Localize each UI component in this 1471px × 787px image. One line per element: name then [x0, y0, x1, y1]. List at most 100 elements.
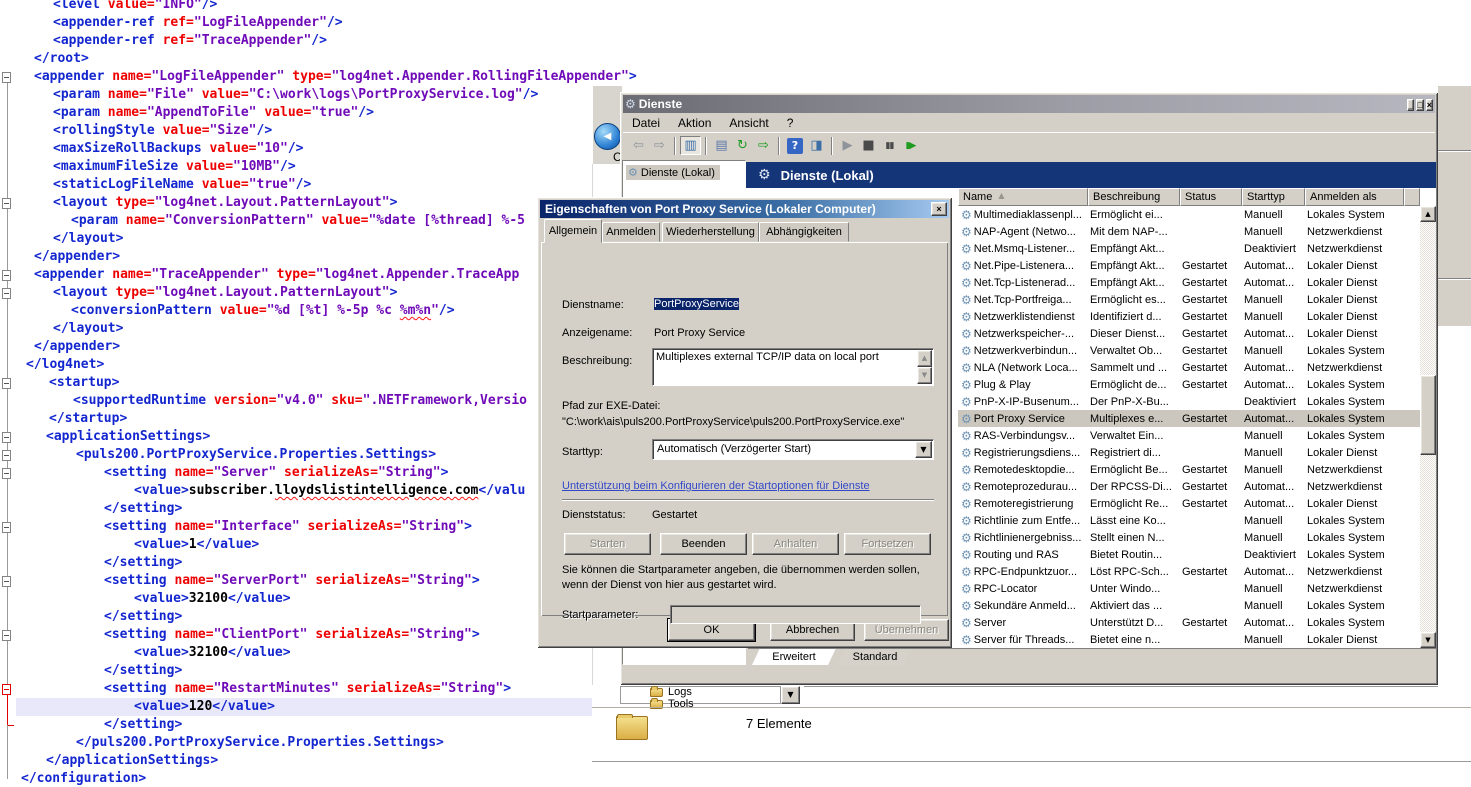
pause-service-icon[interactable]: ▮▮	[879, 136, 900, 155]
column-header-starttyp[interactable]: Starttyp	[1242, 188, 1305, 206]
stop-service-icon[interactable]: ■	[858, 136, 879, 155]
folder-item-tools[interactable]: Tools	[668, 698, 694, 710]
service-row[interactable]: ⚙Net.Pipe-Listenera...Empfängt Akt...Ges…	[958, 257, 1420, 274]
service-row[interactable]: ⚙NAP-Agent (Netwo...Mit dem NAP-...Manue…	[958, 223, 1420, 240]
startup-type-combobox[interactable]: Automatisch (Verzögerter Start) ▼	[652, 439, 934, 460]
service-row[interactable]: ⚙RPC-LocatorUnter Windo...ManuellNetzwer…	[958, 580, 1420, 597]
service-row[interactable]: ⚙RPC-Endpunktzuor...Löst RPC-Sch...Gesta…	[958, 563, 1420, 580]
service-row[interactable]: ⚙Plug & PlayErmöglicht de...GestartetAut…	[958, 376, 1420, 393]
fold-toggle-icon[interactable]	[2, 450, 11, 461]
dialog-titlebar[interactable]: Eigenschaften von Port Proxy Service (Lo…	[540, 200, 949, 218]
service-logon: Lokaler Dienst	[1305, 260, 1404, 272]
fold-toggle-icon[interactable]	[2, 72, 11, 83]
start-params-input[interactable]	[670, 605, 921, 624]
service-row[interactable]: ⚙Net.Tcp-Portfreiga...Ermöglicht es...Ge…	[958, 291, 1420, 308]
dialog-tab-wiederherstellung[interactable]: Wiederherstellung	[662, 222, 759, 242]
fold-toggle-icon[interactable]	[2, 468, 11, 479]
fold-toggle-icon[interactable]	[2, 288, 11, 299]
description-pane-icon[interactable]: ◨	[806, 136, 827, 155]
view-tab-standard[interactable]: Standard	[838, 648, 912, 665]
explorer-field-wide[interactable]	[804, 686, 1438, 704]
service-row[interactable]: ⚙RemoteregistrierungErmöglicht Re...Gest…	[958, 495, 1420, 512]
fold-toggle-icon[interactable]	[2, 378, 11, 389]
service-row[interactable]: ⚙Remoteprozedurau...Der RPCSS-Di...Gesta…	[958, 478, 1420, 495]
start-service-icon[interactable]: ▶	[837, 136, 858, 155]
dialog-close-icon[interactable]: ×	[931, 202, 947, 216]
dialog-tab-anmelden[interactable]: Anmelden	[602, 222, 660, 242]
folder-item-logs[interactable]: Logs	[668, 686, 692, 698]
service-row[interactable]: ⚙Net.Tcp-Listenerad...Empfängt Akt...Ges…	[958, 274, 1420, 291]
display-name-value: Port Proxy Service	[654, 327, 745, 339]
scroll-down-icon[interactable]: ▼	[917, 367, 932, 384]
view-tab-erweitert[interactable]: Erweitert	[752, 648, 836, 665]
scrollbar-thumb[interactable]	[1420, 375, 1436, 455]
service-desc: Ermöglicht es...	[1088, 294, 1180, 306]
tree-item-dienste-lokal[interactable]: ⚙ Dienste (Lokal)	[626, 165, 720, 180]
vertical-scrollbar[interactable]: ▲ ▼	[1420, 206, 1436, 648]
menu-item-datei[interactable]: Datei	[623, 114, 669, 132]
fold-margin[interactable]	[0, 0, 15, 787]
dialog-tab-allgemein[interactable]: Allgemein	[544, 219, 602, 243]
fold-toggle-icon[interactable]	[2, 630, 11, 641]
services-titlebar[interactable]: ⚙ Dienste _□×	[623, 95, 1435, 113]
service-name-value[interactable]: PortProxyService	[654, 298, 739, 310]
service-row[interactable]: ⚙Remotedesktopdie...Ermöglicht Be...Gest…	[958, 461, 1420, 478]
startup-options-help-link[interactable]: Unterstützung beim Konfigurieren der Sta…	[562, 480, 870, 492]
description-textbox[interactable]: Multiplexes external TCP/IP data on loca…	[652, 348, 934, 386]
service-row[interactable]: ⚙Netzwerkspeicher-...Dieser Dienst...Ges…	[958, 325, 1420, 342]
service-row[interactable]: ⚙PnP-X-IP-Busenum...Der PnP-X-Bu...Deakt…	[958, 393, 1420, 410]
exe-path-label: Pfad zur EXE-Datei:	[562, 400, 660, 412]
folder-icon[interactable]	[650, 688, 663, 697]
column-header-status[interactable]: Status	[1180, 188, 1242, 206]
menu-item-ansicht[interactable]: Ansicht	[720, 114, 777, 132]
fold-toggle-icon[interactable]	[2, 432, 11, 443]
service-row[interactable]: ⚙Net.Msmq-Listener...Empfängt Akt...Deak…	[958, 240, 1420, 257]
fold-toggle-icon[interactable]	[2, 576, 11, 587]
menu-item-?[interactable]: ?	[778, 114, 803, 132]
forward-icon[interactable]: ⇨	[649, 136, 670, 155]
scroll-down-icon[interactable]: ▼	[1420, 632, 1436, 648]
service-row[interactable]: ⚙Richtlinie zum Entfe...Lässt eine Ko...…	[958, 512, 1420, 529]
menu-item-aktion[interactable]: Aktion	[669, 114, 720, 132]
column-header-anmeldenals[interactable]: Anmelden als	[1305, 188, 1404, 206]
service-row[interactable]: ⚙Richtlinienergebniss...Stellt einen N..…	[958, 529, 1420, 546]
service-row[interactable]: ⚙Registrierungsdiens...Registriert di...…	[958, 444, 1420, 461]
scroll-up-icon[interactable]: ▲	[917, 350, 932, 367]
service-row[interactable]: ⚙Sekundäre Anmeld...Aktiviert das ...Man…	[958, 597, 1420, 614]
service-row[interactable]: ⚙Multimediaklassenpl...Ermöglicht ei...M…	[958, 206, 1420, 223]
restart-service-icon[interactable]: ▮▶	[900, 136, 921, 155]
scroll-up-icon[interactable]: ▲	[1420, 206, 1436, 222]
start-params-hint-2: wenn der Dienst von hier aus gestartet w…	[562, 579, 777, 591]
maximize-button[interactable]: □	[1416, 99, 1423, 111]
combo-dropdown-icon[interactable]: ▼	[915, 441, 932, 458]
service-row[interactable]: ⚙Routing und RASBietet Routin...Deaktivi…	[958, 546, 1420, 563]
column-header-beschreibung[interactable]: Beschreibung	[1088, 188, 1180, 206]
fold-toggle-icon[interactable]	[2, 522, 11, 533]
help-icon[interactable]: ?	[787, 138, 803, 154]
fold-toggle-icon[interactable]	[2, 270, 11, 281]
close-button[interactable]: ×	[1426, 99, 1433, 111]
dropdown-arrow-icon[interactable]: ▼	[781, 686, 800, 704]
service-row[interactable]: ⚙Netzwerkverbindun...Verwaltet Ob...Gest…	[958, 342, 1420, 359]
refresh-icon[interactable]: ↻	[732, 136, 753, 155]
service-row[interactable]: ⚙NLA (Network Loca...Sammelt und ...Gest…	[958, 359, 1420, 376]
service-row[interactable]: ⚙NetzwerklistendienstIdentifiziert d...G…	[958, 308, 1420, 325]
service-row[interactable]: ⚙ServerUnterstützt D...GestartetAutomat.…	[958, 614, 1420, 631]
dialog-tab-abhngigkeiten[interactable]: Abhängigkeiten	[759, 222, 849, 242]
console-tree-icon[interactable]: ▥	[680, 136, 701, 155]
explorer-field[interactable]	[620, 686, 781, 704]
service-row[interactable]: ⚙RAS-Verbindungsv...Verwaltet Ein...Manu…	[958, 427, 1420, 444]
fold-toggle-icon[interactable]	[2, 684, 11, 695]
back-navigation-icon[interactable]: ◀	[594, 123, 621, 150]
service-row[interactable]: ⚙Port Proxy ServiceMultiplexes e...Gesta…	[958, 410, 1420, 427]
column-header-name[interactable]: Name▲	[958, 188, 1088, 206]
service-row[interactable]: ⚙Server für Threads...Bietet eine n...Ma…	[958, 631, 1420, 648]
fold-toggle-icon[interactable]	[2, 198, 11, 209]
back-icon[interactable]: ⇦	[628, 136, 649, 155]
properties-icon[interactable]: ▤	[711, 136, 732, 155]
minimize-button[interactable]: _	[1407, 99, 1414, 111]
service-gear-icon: ⚙	[961, 531, 972, 545]
beenden-button[interactable]: Beenden	[660, 533, 747, 555]
service-desc: Empfängt Akt...	[1088, 277, 1180, 289]
export-list-icon[interactable]: ⇨	[753, 136, 774, 155]
